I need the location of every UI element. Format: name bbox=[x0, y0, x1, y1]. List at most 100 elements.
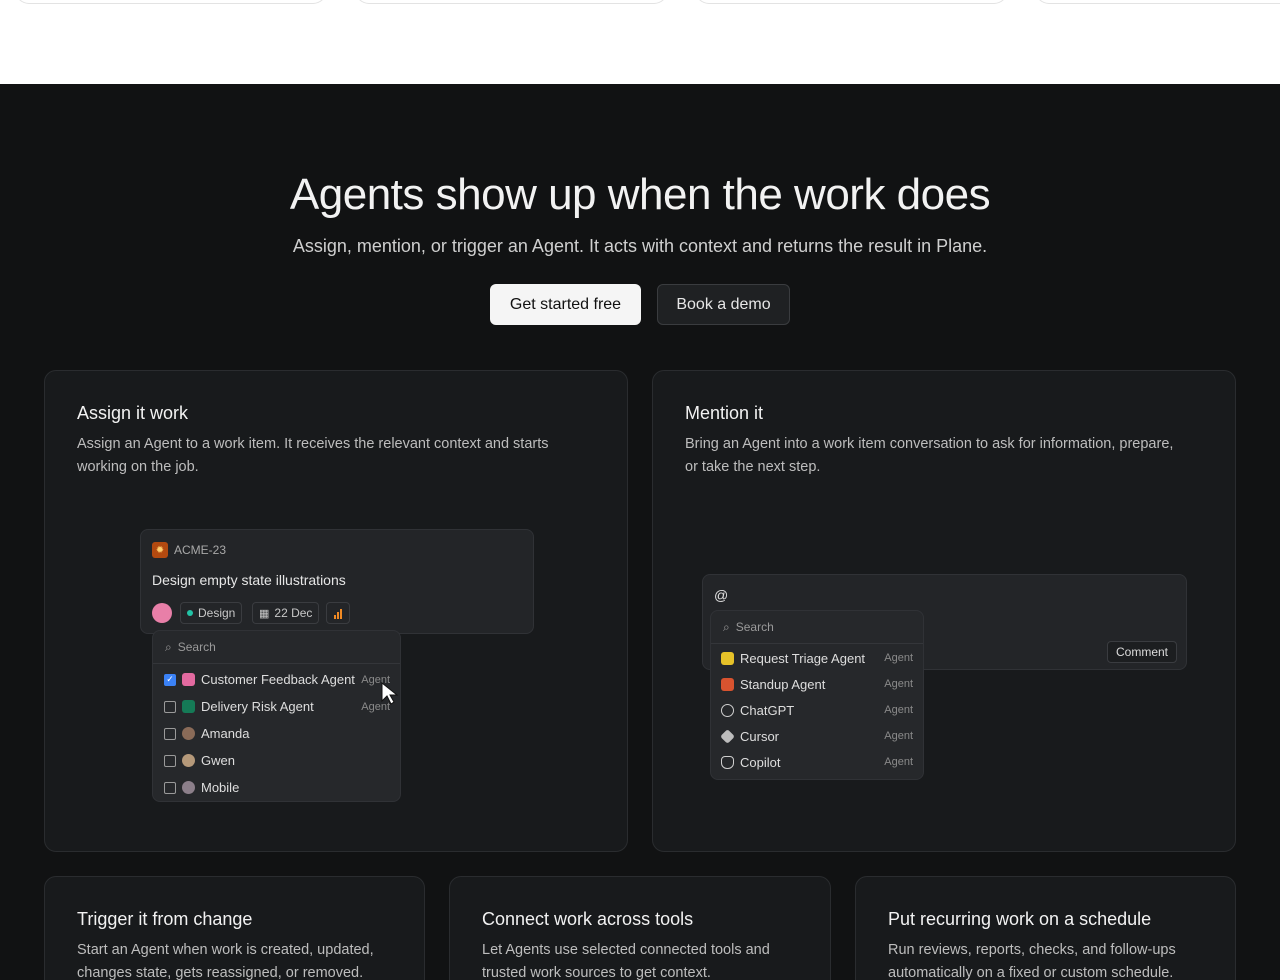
checkbox-icon[interactable] bbox=[164, 781, 176, 794]
label-dot-icon bbox=[187, 610, 193, 616]
agent-avatar bbox=[182, 673, 195, 686]
connect-card: Connect work across tools Let Agents use… bbox=[449, 876, 831, 980]
user-avatar bbox=[182, 754, 195, 767]
top-card bbox=[1035, 0, 1280, 4]
get-started-button[interactable]: Get started free bbox=[490, 284, 641, 325]
card-title: Trigger it from change bbox=[77, 909, 253, 929]
card-title: Mention it bbox=[685, 403, 764, 423]
list-item[interactable]: Copilot Agent bbox=[711, 749, 923, 775]
assign-card: Assign it work Assign an Agent to a work… bbox=[44, 370, 628, 852]
card-desc-line: Run reviews, reports, checks, and follow… bbox=[888, 942, 1176, 958]
card-description: Let Agents use selected connected tools … bbox=[482, 939, 770, 980]
due-date-chip[interactable]: ▦ 22 Dec bbox=[252, 602, 320, 624]
option-tag: Agent bbox=[884, 678, 913, 690]
card-desc-line: changes state, gets reassigned, or remov… bbox=[77, 965, 364, 980]
project-icon: ✹ bbox=[152, 542, 168, 558]
user-avatar bbox=[182, 781, 195, 794]
search-placeholder: Search bbox=[177, 640, 216, 654]
top-card bbox=[355, 0, 668, 4]
agent-avatar bbox=[721, 677, 734, 691]
dropdown-search[interactable]: ⌕ Search bbox=[161, 633, 392, 661]
label-text: Design bbox=[198, 606, 236, 620]
priority-chip[interactable] bbox=[326, 602, 350, 624]
due-date-text: 22 Dec bbox=[274, 606, 313, 620]
priority-bar bbox=[340, 608, 342, 619]
agent-avatar bbox=[182, 700, 195, 713]
work-item-id: ACME-23 bbox=[174, 543, 227, 557]
option-label: ChatGPT bbox=[740, 702, 795, 718]
section-title: Agents show up when the work does bbox=[289, 170, 991, 219]
book-demo-button[interactable]: Book a demo bbox=[657, 284, 790, 325]
option-label: Mobile bbox=[201, 780, 240, 795]
priority-icon bbox=[334, 608, 342, 619]
list-item[interactable]: Cursor Agent bbox=[711, 723, 923, 749]
agents-section: Agents show up when the work does Assign… bbox=[0, 84, 1280, 980]
comment-button[interactable]: Comment bbox=[1106, 641, 1177, 663]
agent-avatar bbox=[721, 651, 734, 665]
label-chip[interactable]: Design bbox=[180, 602, 243, 624]
list-item[interactable]: Gwen bbox=[153, 747, 400, 774]
option-label: Copilot bbox=[740, 754, 781, 770]
checkbox-icon[interactable] bbox=[164, 754, 176, 767]
mention-card: Mention it Bring an Agent into a work it… bbox=[652, 370, 1236, 852]
list-item[interactable]: ✓ Customer Feedback Agent Agent bbox=[153, 666, 400, 693]
copilot-icon bbox=[721, 755, 734, 769]
search-icon: ⌕ bbox=[723, 619, 730, 634]
trigger-card: Trigger it from change Start an Agent wh… bbox=[44, 876, 425, 980]
top-section bbox=[0, 0, 1280, 84]
card-description: Bring an Agent into a work item conversa… bbox=[685, 433, 1173, 479]
dropdown-search[interactable]: ⌕ Search bbox=[719, 613, 915, 641]
option-tag: Agent bbox=[884, 730, 913, 742]
search-icon: ⌕ bbox=[165, 639, 172, 654]
card-desc-line: automatically on a fixed or custom sched… bbox=[888, 965, 1174, 980]
top-card bbox=[15, 0, 327, 4]
work-item-title: Design empty state illustrations bbox=[152, 572, 346, 588]
card-desc-line: Assign an Agent to a work item. It recei… bbox=[77, 436, 549, 452]
mention-dropdown: ⌕ Search Request Triage Agent Agent Stan… bbox=[710, 610, 924, 780]
divider bbox=[711, 643, 923, 644]
search-placeholder: Search bbox=[735, 620, 774, 634]
option-tag: Agent bbox=[884, 756, 913, 768]
priority-bar bbox=[334, 614, 336, 619]
option-label: Gwen bbox=[201, 753, 235, 768]
card-description: Run reviews, reports, checks, and follow… bbox=[888, 939, 1176, 980]
list-item[interactable]: Amanda bbox=[153, 720, 400, 747]
option-tag: Agent bbox=[884, 652, 913, 664]
card-desc-line: or take the next step. bbox=[685, 459, 821, 475]
checkbox-icon[interactable] bbox=[164, 700, 176, 713]
card-desc-line: Start an Agent when work is created, upd… bbox=[77, 942, 374, 958]
comment-input-text[interactable]: @ bbox=[714, 587, 728, 603]
calendar-icon: ▦ bbox=[259, 607, 270, 620]
checkbox-icon[interactable] bbox=[164, 727, 176, 740]
card-desc-line: working on the job. bbox=[77, 459, 199, 475]
top-card bbox=[695, 0, 1008, 4]
card-title: Connect work across tools bbox=[482, 909, 694, 929]
option-label: Amanda bbox=[201, 726, 250, 741]
mouse-cursor-icon bbox=[381, 681, 399, 705]
option-label: Standup Agent bbox=[740, 676, 826, 692]
list-item[interactable]: Delivery Risk Agent Agent bbox=[153, 693, 400, 720]
chatgpt-icon bbox=[721, 703, 734, 717]
card-desc-line: Let Agents use selected connected tools … bbox=[482, 942, 770, 958]
list-item[interactable]: Standup Agent Agent bbox=[711, 671, 923, 697]
option-tag: Agent bbox=[884, 704, 913, 716]
user-avatar bbox=[182, 727, 195, 740]
priority-bar bbox=[337, 611, 339, 619]
work-item-panel: ✹ ACME-23 Design empty state illustratio… bbox=[140, 529, 534, 634]
list-item[interactable]: Mobile bbox=[153, 774, 400, 801]
option-label: Delivery Risk Agent bbox=[201, 699, 314, 714]
list-item[interactable]: ChatGPT Agent bbox=[711, 697, 923, 723]
option-label: Cursor bbox=[740, 728, 780, 744]
schedule-card: Put recurring work on a schedule Run rev… bbox=[855, 876, 1236, 980]
option-label: Request Triage Agent bbox=[740, 650, 866, 666]
card-title: Put recurring work on a schedule bbox=[888, 909, 1152, 929]
card-description: Start an Agent when work is created, upd… bbox=[77, 939, 374, 980]
option-label: Customer Feedback Agent bbox=[201, 672, 355, 687]
divider bbox=[153, 663, 400, 664]
list-item[interactable]: Request Triage Agent Agent bbox=[711, 645, 923, 671]
avatar[interactable] bbox=[152, 603, 172, 623]
card-description: Assign an Agent to a work item. It recei… bbox=[77, 433, 549, 479]
section-subtitle: Assign, mention, or trigger an Agent. It… bbox=[292, 236, 988, 256]
checkbox-checked-icon[interactable]: ✓ bbox=[164, 673, 176, 686]
assignee-dropdown: ⌕ Search ✓ Customer Feedback Agent Agent… bbox=[152, 630, 401, 802]
